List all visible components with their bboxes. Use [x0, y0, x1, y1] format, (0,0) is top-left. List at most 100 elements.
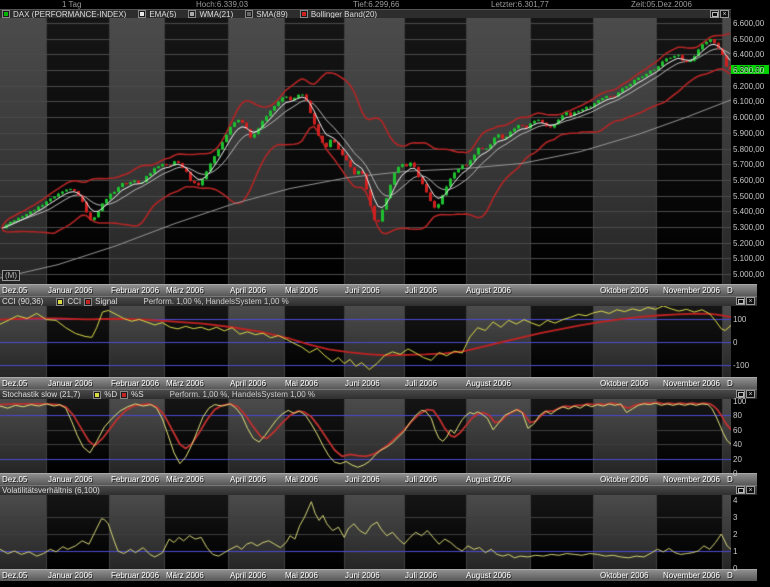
month-label: Februar 2006: [111, 571, 159, 581]
main-panel-window-icons: ×: [710, 10, 729, 18]
date-axis-main: Dez.05Januar 2006Februar 2006März 2006Ap…: [0, 284, 757, 296]
volatility-chart[interactable]: [0, 495, 731, 569]
date-axis-stochastic: Dez.05Januar 2006Februar 2006März 2006Ap…: [0, 473, 757, 485]
restore-icon[interactable]: [710, 10, 719, 18]
close-icon[interactable]: ×: [746, 486, 755, 494]
y-axis-label: 5.300,00: [733, 223, 769, 232]
y-axis-label: 5.700,00: [733, 160, 769, 169]
restore-icon[interactable]: [736, 486, 745, 494]
month-label: November 2006: [663, 475, 720, 485]
month-label: Februar 2006: [111, 286, 159, 296]
legend-color-swatch: [57, 299, 63, 305]
month-label: April 2006: [230, 379, 266, 389]
month-label: August 2006: [466, 571, 511, 581]
month-label: Mai 2006: [285, 571, 318, 581]
legend-color-swatch: [189, 11, 195, 17]
y-axis-label: 60: [733, 426, 769, 435]
y-axis-label: 5.000,00: [733, 270, 769, 279]
y-axis-label: 0: [733, 469, 769, 478]
info-bar: 1 TagHoch:6.339,03Tief:6.299,66Letzter:6…: [0, 0, 770, 9]
info-bar-item: 1 Tag: [62, 0, 81, 9]
month-label: Oktober 2006: [600, 286, 648, 296]
y-axis-label: 5.800,00: [733, 145, 769, 154]
y-axis-label: 5.500,00: [733, 192, 769, 201]
y-axis-label: 1: [733, 547, 769, 556]
month-label: Januar 2006: [48, 475, 92, 485]
y-axis-label: 0: [733, 338, 769, 347]
month-label: Januar 2006: [48, 286, 92, 296]
close-icon[interactable]: ×: [746, 297, 755, 305]
month-label: November 2006: [663, 379, 720, 389]
month-label: Juni 2006: [345, 475, 380, 485]
y-axis-label: 5.900,00: [733, 129, 769, 138]
marker-mode-box[interactable]: (M): [2, 270, 20, 281]
month-label: November 2006: [663, 286, 720, 296]
y-axis-label: 20: [733, 455, 769, 464]
month-label: Mai 2006: [285, 286, 318, 296]
main-chart-legend-bar: DAX (PERFORMANCE-INDEX)EMA(5)WMA(21)SMA(…: [0, 9, 731, 18]
main-price-chart[interactable]: [0, 18, 731, 284]
month-label: August 2006: [466, 379, 511, 389]
info-bar-item: Hoch:6.339,03: [196, 0, 248, 9]
date-axis-volatility: Dez.05Januar 2006Februar 2006März 2006Ap…: [0, 569, 757, 581]
y-axis-label: 6.300,00: [733, 66, 769, 75]
month-label: D: [727, 379, 733, 389]
y-axis-label: 6.000,00: [733, 113, 769, 122]
y-axis-label: 6.200,00: [733, 82, 769, 91]
restore-icon[interactable]: [736, 297, 745, 305]
performance-label: Perform. 1,00 %, HandelsSystem 1,00 %: [170, 390, 315, 399]
month-label: August 2006: [466, 286, 511, 296]
indicator-legend-item[interactable]: CCI: [57, 297, 81, 306]
cci-panel-title: CCI (90,36): [2, 297, 43, 306]
stochastic-panel-header: Stochastik slow (21,7) %D%SPerform. 1,00…: [0, 389, 757, 399]
info-bar-item: Tief:6.299,66: [353, 0, 399, 9]
legend-color-swatch: [121, 392, 127, 398]
month-label: Dez.05: [2, 475, 27, 485]
legend-color-swatch: [246, 11, 252, 17]
indicator-legend-item[interactable]: %D: [94, 390, 117, 399]
month-label: Dez.05: [2, 571, 27, 581]
y-axis-label: 4: [733, 496, 769, 505]
legend-color-swatch: [85, 299, 91, 305]
y-axis-label: 6.500,00: [733, 35, 769, 44]
legend-label: %S: [131, 390, 143, 399]
month-label: Oktober 2006: [600, 571, 648, 581]
y-axis-label: 6.400,00: [733, 50, 769, 59]
stochastic-chart[interactable]: [0, 399, 731, 473]
volatility-window-icons: ×: [736, 486, 755, 494]
month-label: Juli 2006: [405, 286, 437, 296]
legend-label: CCI: [67, 297, 81, 306]
month-label: Oktober 2006: [600, 475, 648, 485]
legend-color-swatch: [94, 392, 100, 398]
legend-color-swatch: [301, 11, 307, 17]
info-bar-item: Zeit:05.Dez.2006: [631, 0, 692, 9]
y-axis-label: 0: [733, 564, 769, 573]
month-label: Januar 2006: [48, 379, 92, 389]
y-axis-label: 2: [733, 530, 769, 539]
month-label: D: [727, 475, 733, 485]
charting-app: 1 TagHoch:6.339,03Tief:6.299,66Letzter:6…: [0, 0, 770, 587]
y-axis-label: 100: [733, 315, 769, 324]
month-label: Dez.05: [2, 286, 27, 296]
indicator-legend-item[interactable]: %S: [121, 390, 143, 399]
close-icon[interactable]: ×: [720, 10, 729, 18]
y-axis-label: 5.600,00: [733, 176, 769, 185]
cci-chart[interactable]: [0, 306, 731, 377]
month-label: Dez.05: [2, 379, 27, 389]
cci-window-icons: ×: [736, 297, 755, 305]
month-label: Februar 2006: [111, 475, 159, 485]
date-axis-cci: Dez.05Januar 2006Februar 2006März 2006Ap…: [0, 377, 757, 389]
month-label: Juli 2006: [405, 571, 437, 581]
y-axis-label: 80: [733, 411, 769, 420]
cci-panel-header: CCI (90,36) CCISignalPerform. 1,00 %, Ha…: [0, 296, 757, 306]
indicator-legend-item[interactable]: Signal: [85, 297, 117, 306]
month-label: März 2006: [166, 286, 204, 296]
volatility-panel-title: Volatilitätsverhältnis (6,100): [2, 486, 100, 495]
month-label: Mai 2006: [285, 379, 318, 389]
legend-label: Signal: [95, 297, 117, 306]
month-label: Januar 2006: [48, 571, 92, 581]
month-label: April 2006: [230, 475, 266, 485]
month-label: Oktober 2006: [600, 379, 648, 389]
y-axis-label: 3: [733, 513, 769, 522]
y-axis-label: 6.100,00: [733, 97, 769, 106]
